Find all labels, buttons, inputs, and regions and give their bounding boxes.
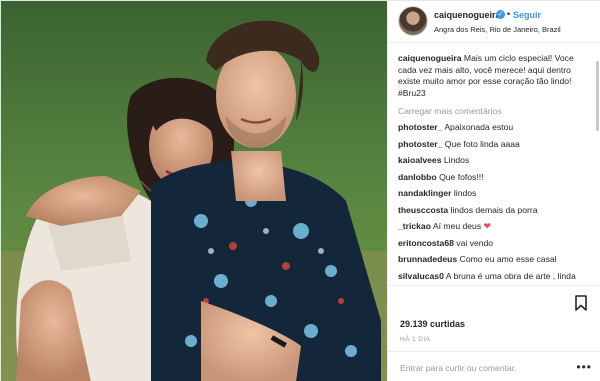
comment-username[interactable]: danlobbo [398, 172, 437, 182]
add-comment-bar: ••• [388, 351, 600, 381]
comment-username[interactable]: theusccosta [398, 205, 448, 215]
action-bar [388, 285, 600, 315]
location-link[interactable]: Angra dos Reis, Rio de Janeiro, Brazil [434, 25, 561, 34]
comment-text: Como eu amo esse casal [459, 254, 557, 264]
comment-item: photoster_ Que foto linda aaaa [398, 139, 594, 151]
comment-text: Lindos [443, 155, 470, 165]
comment-text: Que foto linda aaaa [444, 138, 520, 149]
comment-text: Aí meu deus [432, 221, 482, 231]
load-more-comments-link[interactable]: Carregar mais comentários [398, 106, 594, 116]
verified-badge-icon: ✓ [496, 10, 505, 19]
post-photo[interactable] [1, 1, 387, 381]
caption-username[interactable]: caiquenogueira [398, 53, 462, 63]
comment-input[interactable] [400, 361, 560, 375]
likes-count[interactable]: 29.139 curtidas [400, 319, 465, 329]
comment-text: Que fofos!!! [439, 171, 484, 182]
post-timestamp[interactable]: HÁ 1 DIA [400, 336, 430, 343]
post-caption: caiquenogueira Mais um ciclo especial! V… [398, 53, 594, 99]
comment-item: theusccosta lindos demais da porra [398, 205, 594, 217]
comment-item: kaioalvees Lindos [398, 155, 594, 167]
comment-username[interactable]: silvalucas0 [398, 271, 444, 281]
post-header: caiquenogueira ✓ • Seguir Angra dos Reis… [388, 1, 600, 43]
instagram-post: caiquenogueira ✓ • Seguir Angra dos Reis… [0, 0, 600, 381]
comment-item: silvalucas0 A bruna é uma obra de arte ,… [398, 271, 594, 282]
photo-illustration [1, 1, 387, 381]
avatar[interactable] [398, 6, 428, 36]
comment-item: eritoncosta68 vai vendo [398, 238, 594, 250]
comment-item: danlobbo Que fofos!!! [398, 172, 594, 184]
comments-scrollbar[interactable] [596, 61, 599, 131]
comment-text: vai vendo [456, 237, 494, 248]
comment-item: _trickao Aí meu deus ❤ [398, 221, 594, 233]
follow-button[interactable]: Seguir [513, 10, 541, 20]
comment-username[interactable]: photoster_ [398, 139, 442, 149]
comment-username[interactable]: _trickao [398, 221, 431, 231]
comments-list[interactable]: caiquenogueira Mais um ciclo especial! V… [398, 53, 594, 281]
comment-item: brunnadedeus Como eu amo esse casal [398, 254, 594, 266]
comment-item: nandaklinger lindos [398, 188, 594, 200]
bookmark-icon[interactable] [572, 294, 590, 312]
more-options-icon[interactable]: ••• [576, 360, 592, 374]
comment-text: lindos demais da porra [450, 204, 538, 215]
header-username[interactable]: caiquenogueira [434, 10, 501, 20]
comment-username[interactable]: eritoncosta68 [398, 238, 454, 248]
comment-text: lindos [453, 188, 477, 198]
comment-item: photoster_ Apaixonada estou [398, 122, 594, 134]
comment-username[interactable]: photoster_ [398, 122, 442, 132]
comment-username[interactable]: nandaklinger [398, 188, 451, 198]
side-panel: caiquenogueira ✓ • Seguir Angra dos Reis… [387, 1, 600, 381]
header-separator: • [507, 9, 511, 19]
heart-emoji-icon: ❤ [483, 221, 492, 231]
comment-username[interactable]: brunnadedeus [398, 254, 457, 264]
comment-username[interactable]: kaioalvees [398, 155, 441, 165]
comment-text: Apaixonada estou [444, 122, 514, 132]
